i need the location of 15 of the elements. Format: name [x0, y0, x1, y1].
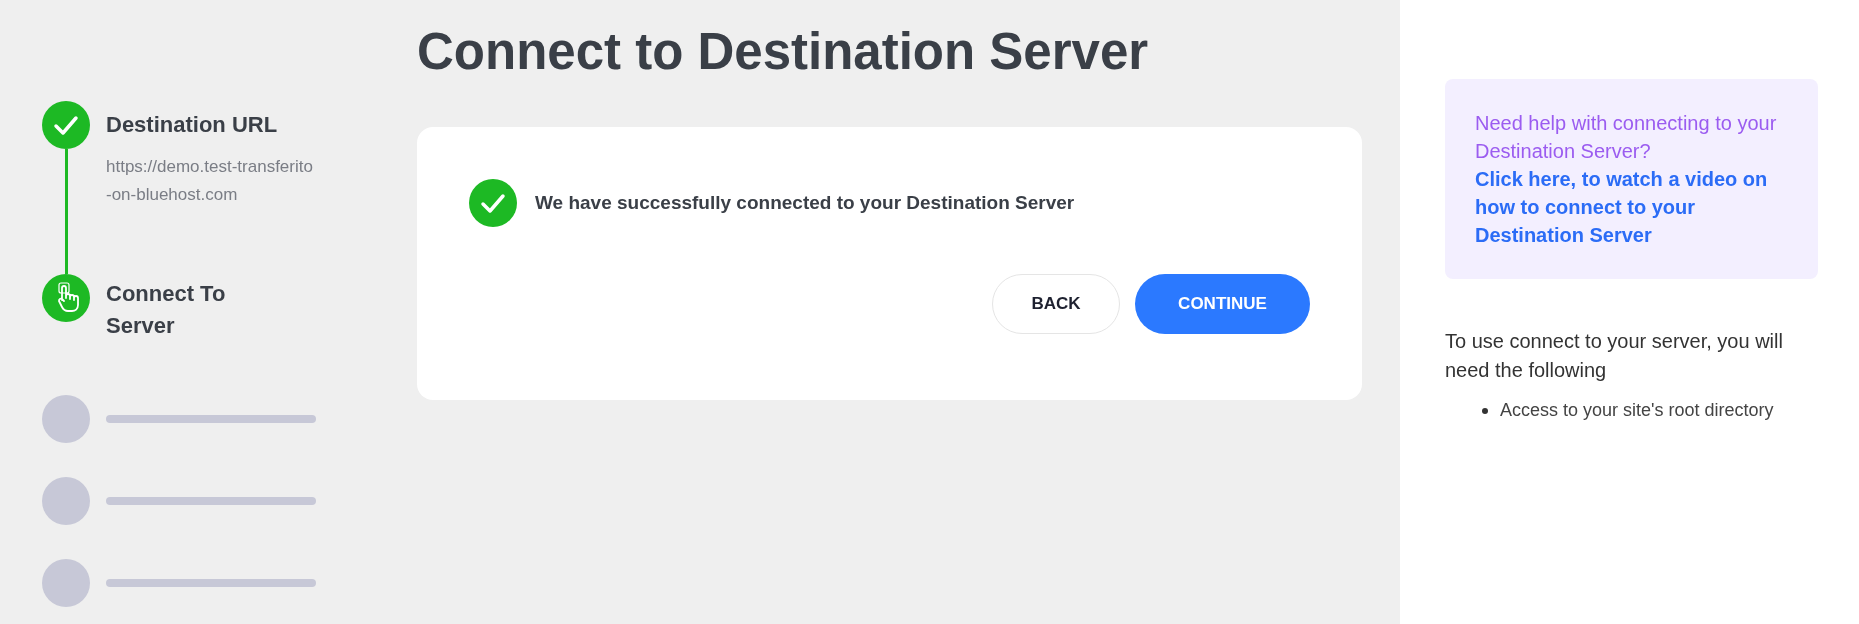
- check-icon: [42, 101, 90, 149]
- pointing-hand-icon: [42, 274, 90, 323]
- video-link[interactable]: Click here, to watch a video on how to connect to your Destination Server: [1475, 165, 1788, 249]
- success-check-icon: [469, 179, 517, 227]
- requirements-intro: To use connect to your server, you will need the following: [1445, 329, 1784, 383]
- back-button[interactable]: BACK: [992, 274, 1120, 334]
- continue-button[interactable]: CONTINUE: [1135, 274, 1310, 334]
- page-title: Connect to Destination Server: [417, 22, 1150, 82]
- step-detail: https://demo.test-transferito-on-bluehost.com: [106, 156, 314, 206]
- requirement-item: Access to your site's root directory: [1500, 399, 1774, 422]
- step-title: Destination URL: [106, 111, 279, 139]
- step-title: Connect To Server: [106, 280, 227, 341]
- success-message: We have successfully connected to your Destination Server: [535, 190, 1075, 215]
- bullet-icon: [1482, 407, 1488, 414]
- help-question: Need help with connecting to your Destination Server?: [1475, 111, 1778, 164]
